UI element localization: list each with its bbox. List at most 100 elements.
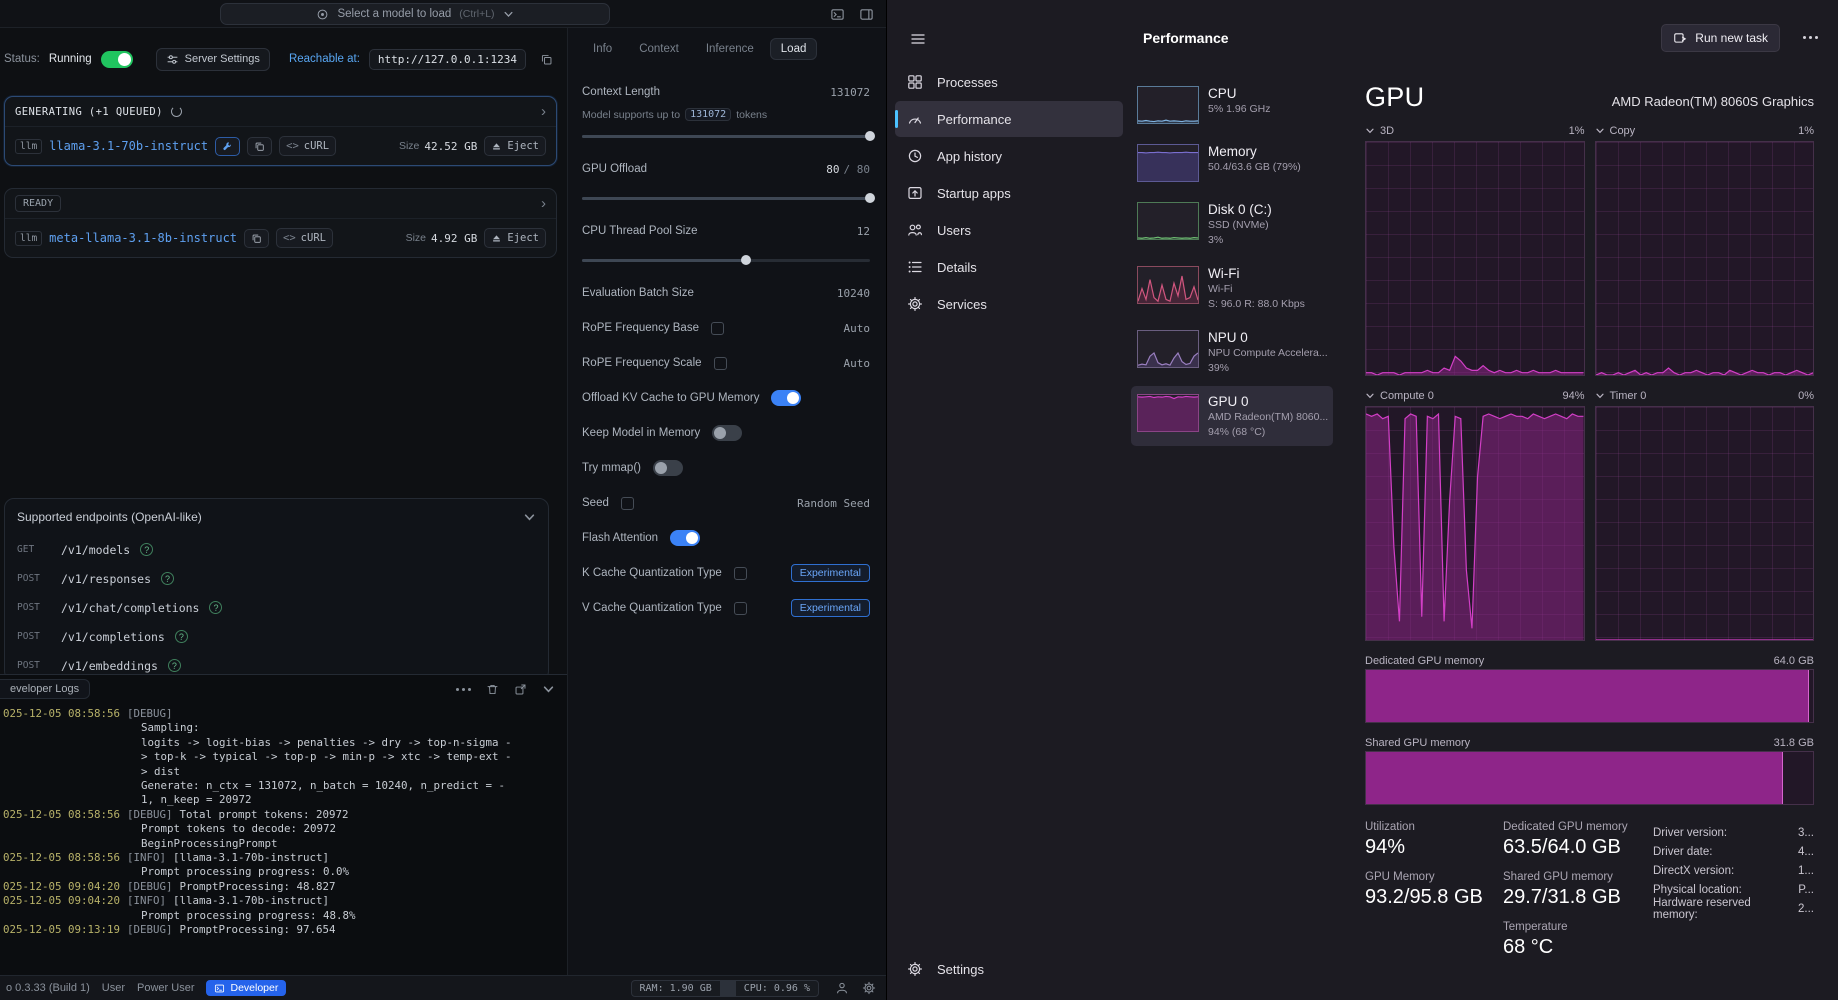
chevron-down-icon[interactable]	[1595, 391, 1605, 401]
perf-item-memory[interactable]: Memory 50.4/63.6 GB (79%)	[1131, 136, 1333, 190]
sidebar-item-performance[interactable]: Performance	[895, 101, 1123, 137]
logs-title[interactable]: eveloper Logs	[0, 679, 90, 699]
context-length-value[interactable]: 131072	[830, 86, 870, 99]
server-settings-button[interactable]: Server Settings	[156, 48, 270, 71]
gpu-timer-chart	[1595, 406, 1815, 641]
help-icon[interactable]: ?	[168, 659, 181, 672]
copy-model-button[interactable]	[244, 229, 269, 248]
terminal-icon[interactable]	[830, 7, 845, 22]
reachable-at-label: Reachable at:	[289, 53, 360, 65]
try-mmap-toggle[interactable]	[653, 460, 683, 476]
model-card-ready[interactable]: READY › llm meta-llama-3.1-8b-instruct <…	[4, 188, 557, 258]
copy-url-button[interactable]	[535, 49, 557, 69]
gpu-detail-panel: GPU AMD Radeon(TM) 8060S Graphics 3D 1%	[1339, 60, 1838, 1000]
chevron-right-icon[interactable]: ›	[541, 196, 546, 211]
setting-rope-base: RoPE Frequency Base Auto	[582, 316, 870, 340]
model-status-row[interactable]: GENERATING (+1 QUEUED) ›	[5, 97, 556, 127]
sidebar-item-app-history[interactable]: App history	[895, 138, 1123, 174]
help-icon[interactable]: ?	[140, 543, 153, 556]
panel-toggle-icon[interactable]	[859, 7, 874, 22]
setting-k-cache: K Cache Quantization Type Experimental	[582, 561, 870, 585]
mode-user[interactable]: User	[102, 982, 125, 994]
kv-offload-toggle[interactable]	[771, 390, 801, 406]
logs-output: 025-12-05 08:58:56[DEBUG] Sampling: logi…	[0, 703, 567, 938]
tab-load[interactable]: Load	[770, 38, 818, 60]
tab-inference[interactable]: Inference	[695, 38, 765, 60]
server-status-toggle[interactable]	[101, 51, 133, 68]
sliders-icon	[166, 53, 179, 66]
chevron-right-icon[interactable]: ›	[541, 104, 546, 119]
cpu-threads-slider[interactable]	[582, 254, 870, 266]
help-icon[interactable]: ?	[209, 601, 222, 614]
v-cache-checkbox[interactable]	[734, 602, 747, 615]
clear-logs-icon[interactable]	[486, 683, 499, 696]
performance-icon	[907, 111, 923, 127]
model-name[interactable]: llama-3.1-70b-instruct	[49, 139, 208, 153]
tools-button[interactable]	[215, 137, 240, 156]
sidebar-item-details[interactable]: Details	[895, 249, 1123, 285]
copy-model-button[interactable]	[247, 137, 272, 156]
gear-icon[interactable]	[862, 981, 876, 995]
hamburger-menu-button[interactable]	[903, 26, 933, 52]
eval-batch-value[interactable]: 10240	[837, 287, 870, 300]
help-icon[interactable]: ?	[175, 630, 188, 643]
perf-item-wifi[interactable]: Wi-Fi Wi-Fi S: 96.0 R: 88.0 Kbps	[1131, 258, 1333, 318]
eject-button[interactable]: Eject	[484, 136, 546, 156]
model-type-tag: llm	[15, 139, 42, 154]
setting-gpu-offload: GPU Offload 80/ 80	[582, 157, 870, 181]
curl-button[interactable]: <>cURL	[279, 136, 336, 156]
perf-item-gpu[interactable]: GPU 0 AMD Radeon(TM) 8060... 94% (68 °C)	[1131, 386, 1333, 446]
ready-badge: READY	[15, 195, 61, 212]
run-new-task-button[interactable]: Run new task	[1661, 24, 1780, 52]
gpu-offload-slider[interactable]	[582, 192, 870, 204]
keep-in-memory-toggle[interactable]	[712, 425, 742, 441]
flash-attention-toggle[interactable]	[670, 530, 700, 546]
server-pane: Status: Running Server Settings Reachabl…	[0, 28, 568, 975]
setting-kv-offload: Offload KV Cache to GPU Memory	[582, 386, 870, 410]
chevron-down-icon[interactable]	[1365, 391, 1375, 401]
gpu-spark-chart	[1137, 394, 1199, 432]
task-manager-sidebar: Processes Performance App history Startu…	[887, 60, 1131, 1000]
status-value: Running	[49, 53, 92, 65]
tab-context[interactable]: Context	[628, 38, 690, 60]
seed-checkbox[interactable]	[621, 497, 634, 510]
collapse-logs-icon[interactable]	[542, 683, 555, 696]
rope-base-value: Auto	[844, 322, 871, 335]
perf-item-npu[interactable]: NPU 0 NPU Compute Accelera... 39%	[1131, 322, 1333, 382]
perf-item-disk[interactable]: Disk 0 (C:) SSD (NVMe) 3%	[1131, 194, 1333, 254]
more-options-button[interactable]	[1799, 30, 1822, 45]
model-selector-dropdown[interactable]: Select a model to load (Ctrl+L)	[220, 3, 610, 25]
k-cache-checkbox[interactable]	[734, 567, 747, 580]
gpu-offload-value[interactable]: 80/ 80	[826, 163, 870, 176]
sidebar-item-settings[interactable]: Settings	[895, 951, 1123, 987]
model-name[interactable]: meta-llama-3.1-8b-instruct	[49, 231, 237, 245]
chevron-down-icon[interactable]	[1365, 126, 1375, 136]
sidebar-item-processes[interactable]: Processes	[895, 64, 1123, 100]
sidebar-item-startup-apps[interactable]: Startup apps	[895, 175, 1123, 211]
mode-power-user[interactable]: Power User	[137, 982, 194, 994]
rope-scale-checkbox[interactable]	[714, 357, 727, 370]
stat-temperature: Temperature 68 °C	[1503, 921, 1653, 959]
eject-button[interactable]: Eject	[484, 228, 546, 248]
cpu-threads-value[interactable]: 12	[857, 225, 870, 238]
endpoints-header[interactable]: Supported endpoints (OpenAI-like)	[5, 499, 548, 535]
lm-studio-window: Select a model to load (Ctrl+L) Status: …	[0, 0, 886, 1000]
curl-button[interactable]: <>cURL	[276, 228, 333, 248]
help-icon[interactable]: ?	[161, 572, 174, 585]
popout-logs-icon[interactable]	[514, 683, 527, 696]
model-card-generating[interactable]: GENERATING (+1 QUEUED) › llm llama-3.1-7…	[4, 96, 557, 166]
context-length-slider[interactable]	[582, 130, 870, 142]
sidebar-item-users[interactable]: Users	[895, 212, 1123, 248]
server-url[interactable]: http://127.0.0.1:1234	[369, 49, 526, 70]
mode-developer[interactable]: Developer	[206, 980, 286, 996]
logs-more-icon[interactable]	[456, 688, 471, 691]
chevron-down-icon[interactable]	[1595, 126, 1605, 136]
max-tokens-chip[interactable]: 131072	[685, 108, 731, 121]
rope-base-checkbox[interactable]	[711, 322, 724, 335]
perf-item-cpu[interactable]: CPU 5% 1.96 GHz	[1131, 78, 1333, 132]
user-icon[interactable]	[835, 981, 849, 995]
load-settings-pane: Info Context Inference Load Context Leng…	[568, 28, 886, 975]
model-status-row[interactable]: READY ›	[5, 189, 556, 219]
tab-info[interactable]: Info	[582, 38, 623, 60]
sidebar-item-services[interactable]: Services	[895, 286, 1123, 322]
